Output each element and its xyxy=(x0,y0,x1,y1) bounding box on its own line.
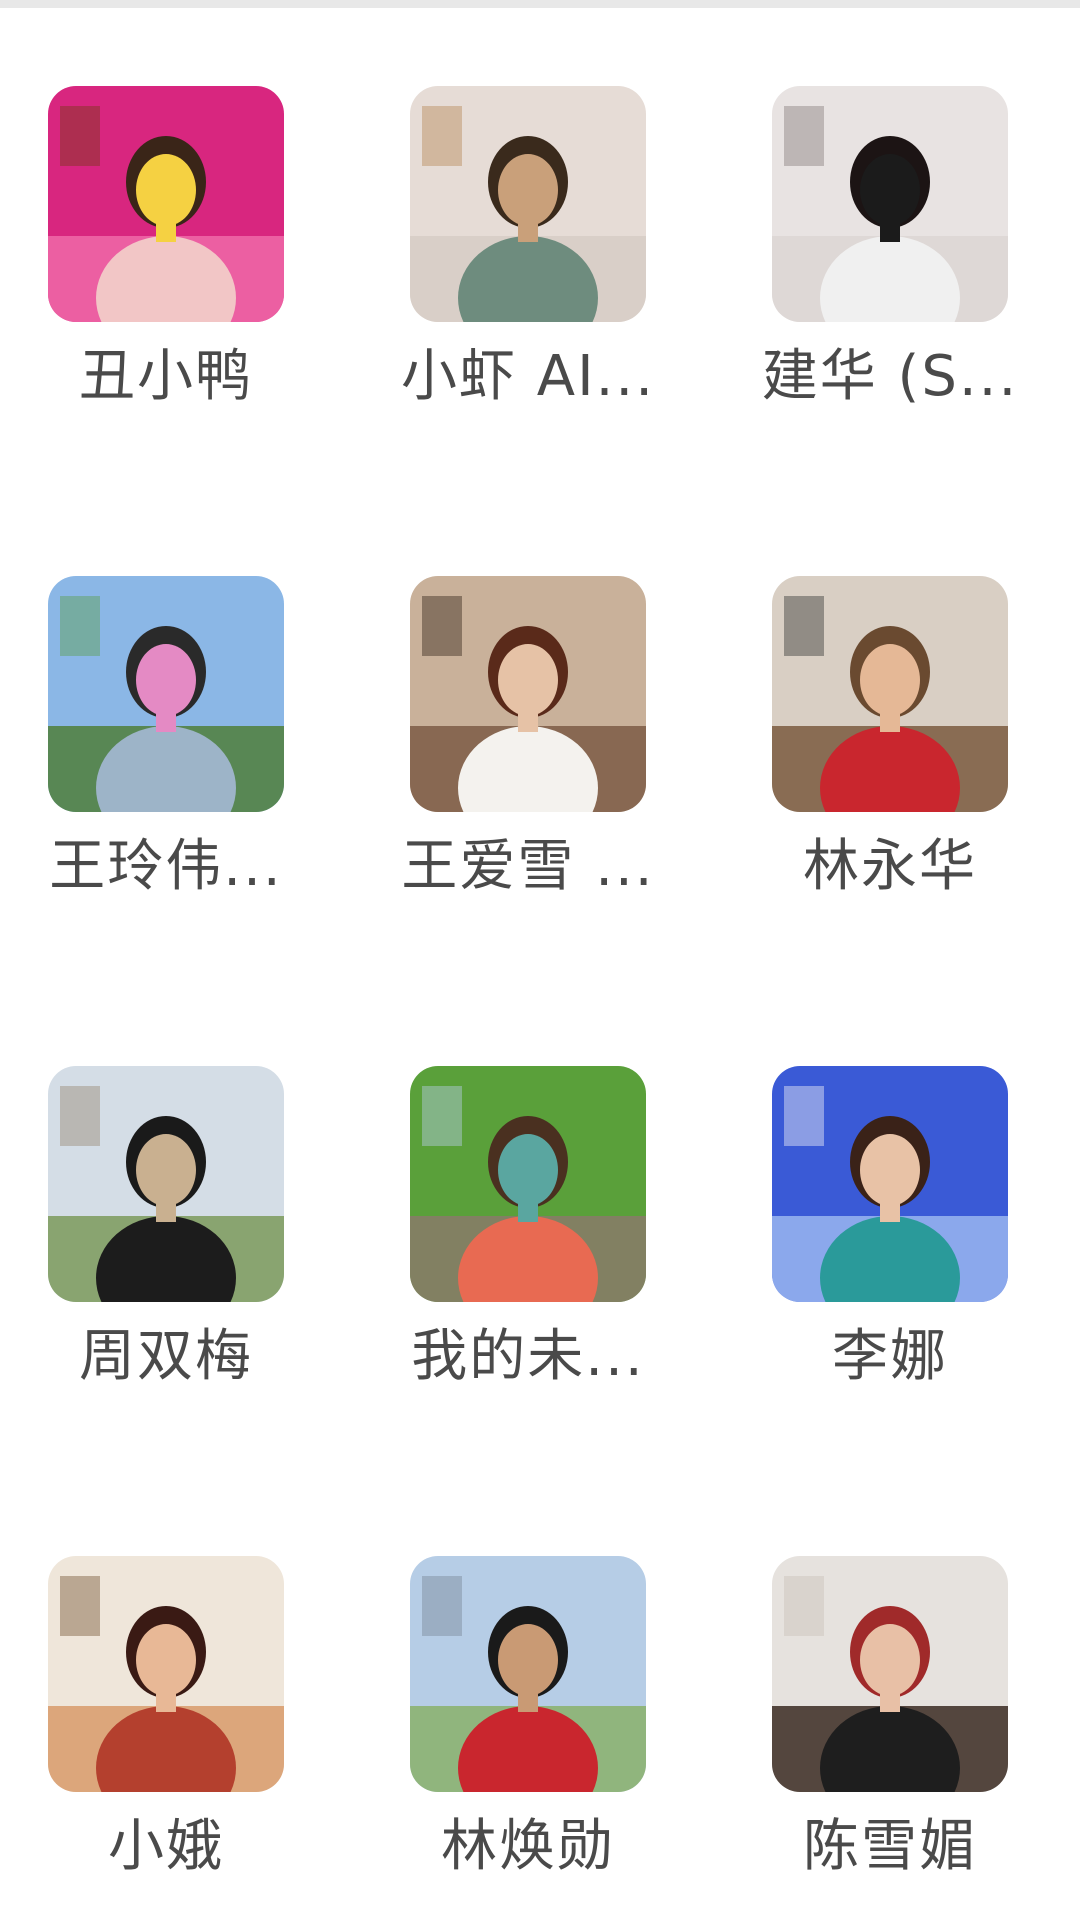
member-name: 小娥 xyxy=(108,1814,224,1879)
member-item[interactable]: 小娥 xyxy=(0,1470,300,1879)
member-name: 王爱雪 ... xyxy=(401,834,655,899)
member-grid: 丑小鸭 小虾 AI... 建华 (S... 王玲伟... 王爱雪 ... 林永华… xyxy=(0,0,1080,1920)
avatar[interactable] xyxy=(48,1556,284,1792)
avatar[interactable] xyxy=(48,576,284,812)
avatar[interactable] xyxy=(772,576,1008,812)
member-item[interactable]: 王爱雪 ... xyxy=(362,490,662,899)
member-item[interactable]: 王玲伟... xyxy=(0,490,300,899)
member-name: 建华 (S... xyxy=(761,344,1019,409)
member-item[interactable]: 李娜 xyxy=(724,980,1024,1389)
member-item[interactable]: 林焕勋 xyxy=(362,1470,662,1879)
member-item[interactable]: 林永华 xyxy=(724,490,1024,899)
avatar[interactable] xyxy=(772,1066,1008,1302)
member-name: 林焕勋 xyxy=(441,1814,615,1879)
avatar[interactable] xyxy=(410,1556,646,1792)
member-name: 王玲伟... xyxy=(49,834,283,899)
avatar[interactable] xyxy=(48,1066,284,1302)
member-name: 周双梅 xyxy=(79,1324,253,1389)
member-item[interactable]: 陈雪媚 xyxy=(724,1470,1024,1879)
member-name: 小虾 AI... xyxy=(400,344,656,409)
member-name: 我的未... xyxy=(411,1324,645,1389)
member-name: 丑小鸭 xyxy=(79,344,253,409)
member-item[interactable]: 丑小鸭 xyxy=(0,0,300,409)
member-item[interactable]: 建华 (S... xyxy=(724,0,1024,409)
member-item[interactable]: 小虾 AI... xyxy=(362,0,662,409)
member-name: 林永华 xyxy=(803,834,977,899)
member-item[interactable]: 周双梅 xyxy=(0,980,300,1389)
avatar[interactable] xyxy=(48,86,284,322)
avatar[interactable] xyxy=(772,1556,1008,1792)
member-name: 李娜 xyxy=(832,1324,948,1389)
avatar[interactable] xyxy=(410,86,646,322)
avatar[interactable] xyxy=(410,576,646,812)
member-name: 陈雪媚 xyxy=(803,1814,977,1879)
avatar[interactable] xyxy=(772,86,1008,322)
avatar[interactable] xyxy=(410,1066,646,1302)
member-item[interactable]: 我的未... xyxy=(362,980,662,1389)
